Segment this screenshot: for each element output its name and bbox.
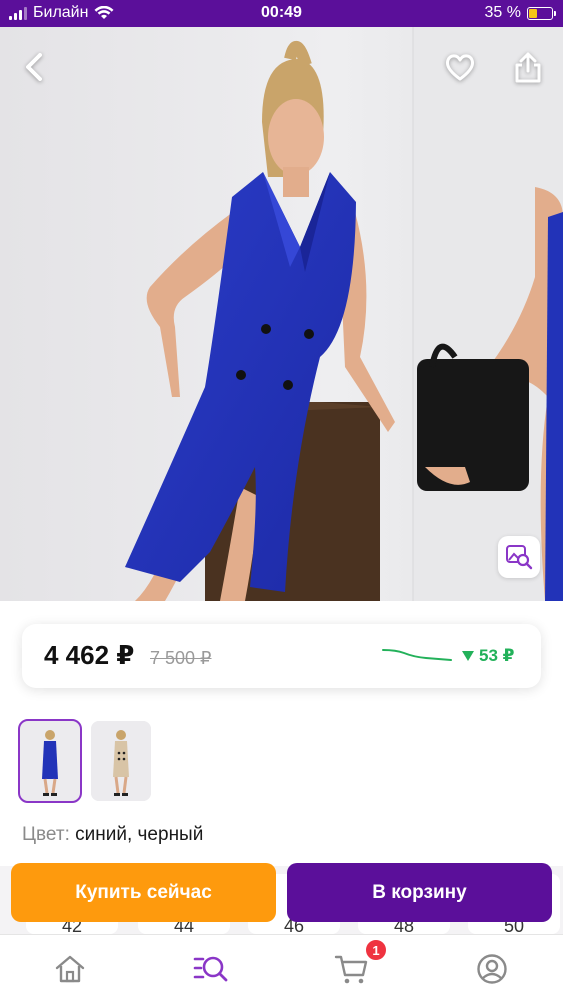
- bottom-tab-bar: [0, 934, 563, 1000]
- buy-now-button[interactable]: Купить сейчас: [11, 863, 276, 922]
- image-search-icon: [506, 545, 533, 570]
- favorite-button[interactable]: [438, 45, 482, 89]
- thumbnail-beige[interactable]: [91, 721, 151, 801]
- heart-icon: [445, 54, 475, 81]
- current-price: 4 462 ₽: [44, 640, 135, 670]
- share-button[interactable]: [506, 45, 550, 89]
- battery-icon: [527, 6, 556, 20]
- old-price: 7 500 ₽: [150, 648, 212, 668]
- color-label: Цвет:: [22, 824, 70, 845]
- color-info: Цвет: синий, черный: [22, 824, 203, 846]
- image-search-button[interactable]: [498, 536, 540, 578]
- status-bar: Билайн 00:49 35 %: [0, 0, 563, 27]
- thumbnail-blue[interactable]: [18, 719, 82, 803]
- catalog-search-icon: [193, 956, 228, 982]
- tab-catalog[interactable]: [191, 949, 231, 989]
- profile-icon: [477, 954, 507, 984]
- cart-icon: [334, 955, 368, 984]
- add-to-cart-button[interactable]: В корзину: [287, 863, 552, 922]
- tab-home[interactable]: [50, 949, 90, 989]
- down-triangle-icon: [462, 651, 474, 661]
- chevron-left-icon: [26, 53, 42, 81]
- price-drop: 53 ₽: [462, 646, 514, 666]
- clock: 00:49: [261, 4, 302, 21]
- color-value: синий, черный: [75, 824, 204, 845]
- share-icon: [515, 52, 541, 83]
- product-photo: [0, 27, 563, 601]
- product-gallery[interactable]: [0, 27, 563, 601]
- battery-percent: 35 %: [484, 4, 521, 21]
- cart-badge: 1: [364, 938, 388, 962]
- home-icon: [55, 955, 85, 983]
- back-button[interactable]: [12, 45, 56, 89]
- tab-profile[interactable]: [472, 949, 512, 989]
- price-history-sparkline: [382, 649, 452, 661]
- thumbnail-image: [20, 721, 80, 801]
- price-card[interactable]: 4 462 ₽ 7 500 ₽ 53 ₽: [22, 624, 541, 688]
- price-drop-value: 53 ₽: [479, 646, 515, 665]
- thumbnail-image: [91, 721, 151, 801]
